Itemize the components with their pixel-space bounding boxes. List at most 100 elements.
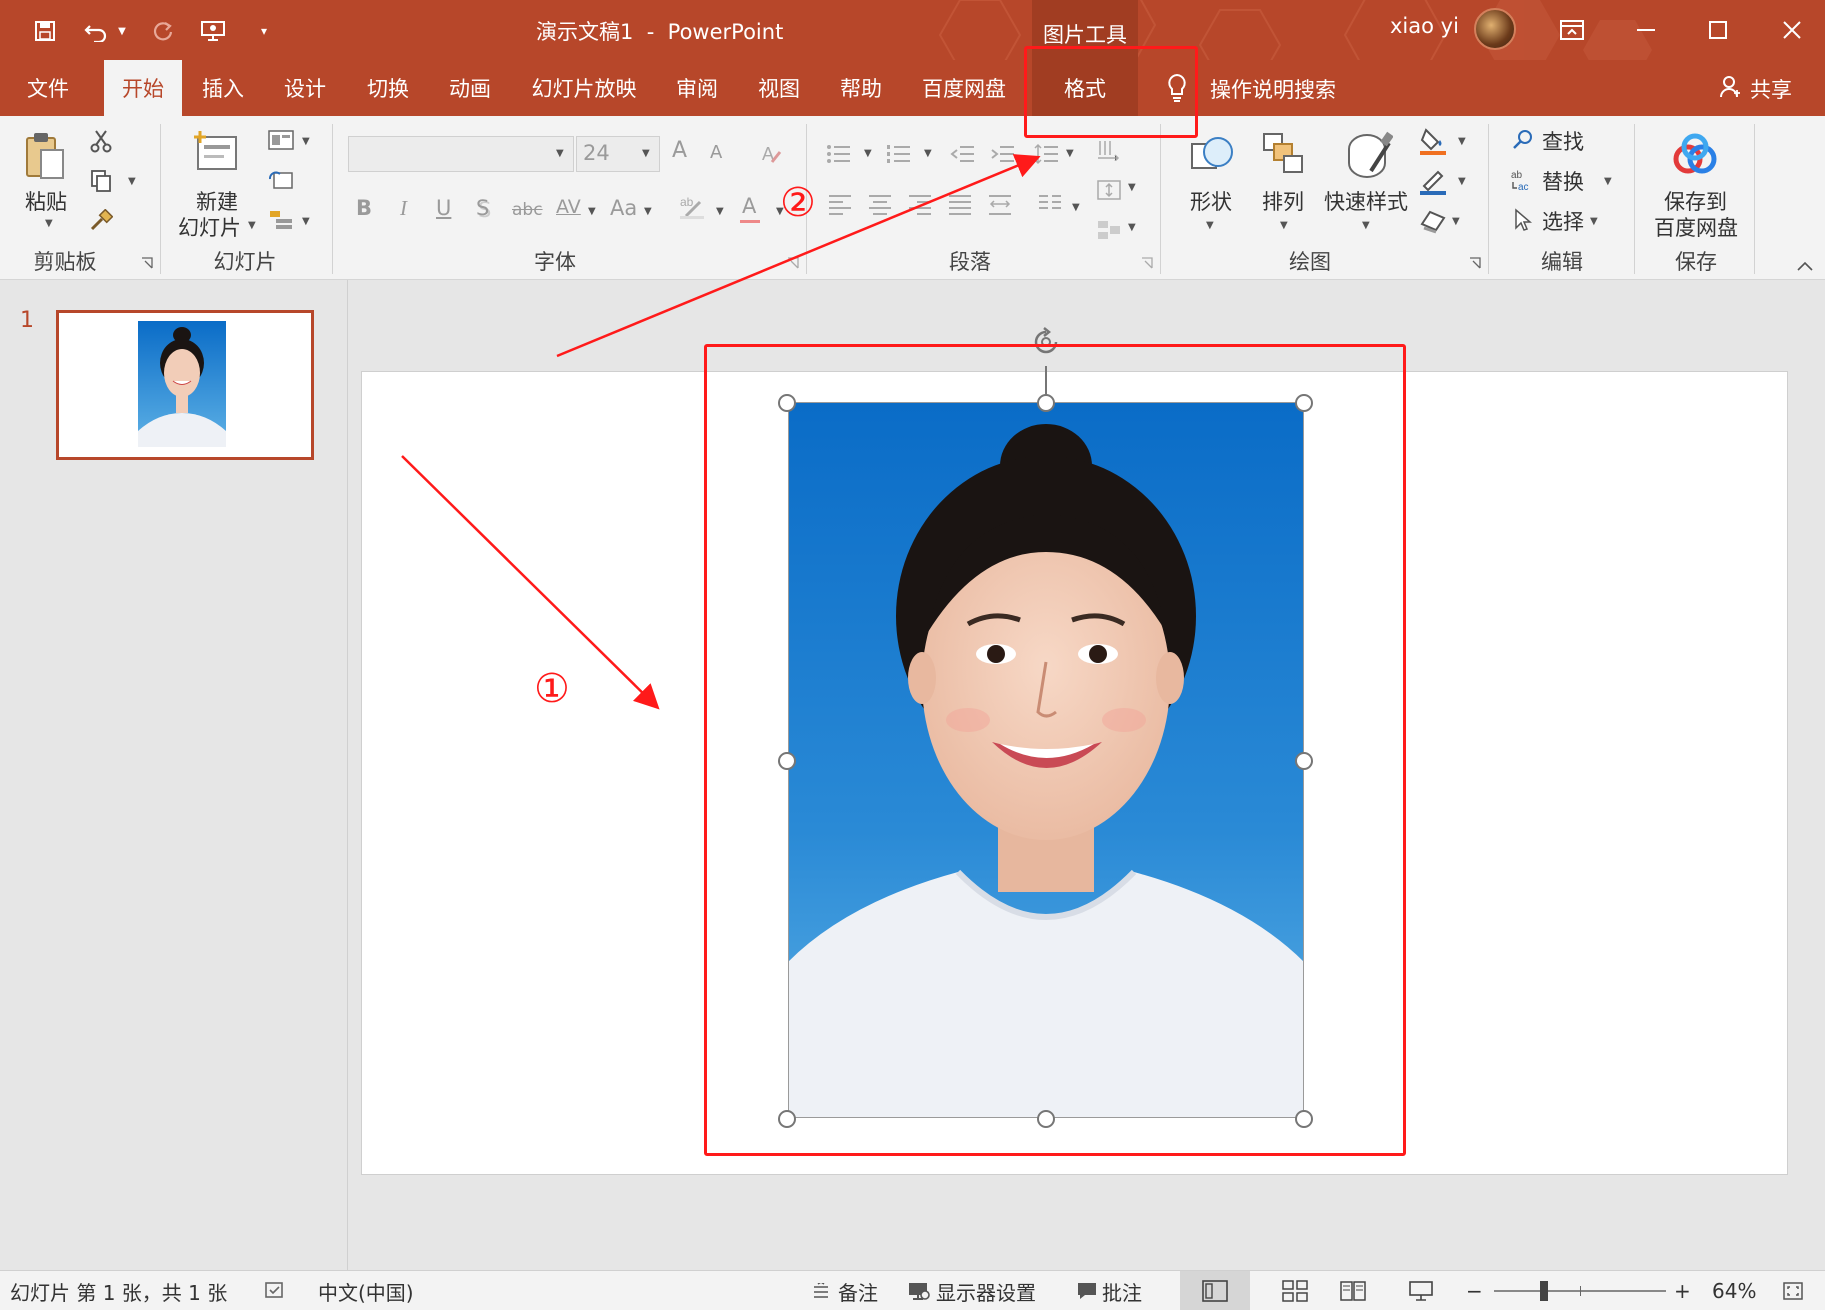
shape-effects-dropdown-icon[interactable]: ▼ — [1452, 216, 1460, 227]
italic-button[interactable]: I — [400, 196, 407, 221]
accessibility-icon[interactable] — [264, 1271, 286, 1310]
paragraph-launcher-icon[interactable] — [1140, 256, 1154, 270]
align-text-dropdown-icon[interactable]: ▼ — [1128, 182, 1136, 193]
font-name-dropdown-icon[interactable]: ▼ — [556, 148, 564, 159]
layout-dropdown-icon[interactable]: ▼ — [302, 136, 310, 147]
user-name[interactable]: xiao yi — [1390, 14, 1459, 38]
display-settings-icon[interactable] — [908, 1271, 930, 1310]
select-dropdown-icon[interactable]: ▼ — [1590, 216, 1598, 227]
distributed-icon[interactable] — [986, 190, 1014, 218]
normal-view-icon[interactable] — [1180, 1271, 1250, 1310]
font-name-box[interactable] — [348, 136, 574, 172]
undo-dropdown-icon[interactable]: ▼ — [112, 14, 132, 48]
new-slide-dropdown-icon[interactable]: ▼ — [248, 220, 256, 231]
drawing-launcher-icon[interactable] — [1468, 256, 1482, 270]
cut-icon[interactable] — [86, 126, 116, 156]
bullets-dropdown-icon[interactable]: ▼ — [864, 148, 872, 159]
undo-icon[interactable] — [80, 14, 114, 48]
customize-qat-icon[interactable]: ▾ — [254, 14, 274, 48]
slideshow-view-icon[interactable] — [1396, 1271, 1446, 1310]
display-settings-button[interactable]: 显示器设置 — [936, 1271, 1036, 1310]
strikethrough-button[interactable]: abc — [512, 200, 543, 220]
language-indicator[interactable]: 中文(中国) — [318, 1271, 414, 1310]
zoom-level[interactable]: 64% — [1712, 1271, 1756, 1310]
redo-icon[interactable] — [146, 14, 180, 48]
zoom-slider-thumb[interactable] — [1540, 1281, 1548, 1301]
section-icon[interactable] — [266, 208, 296, 232]
tell-me-search[interactable]: 操作说明搜索 — [1210, 74, 1336, 104]
numbering-icon[interactable] — [884, 140, 914, 168]
fit-to-window-icon[interactable] — [1782, 1271, 1804, 1310]
arrange-icon[interactable] — [1258, 128, 1308, 182]
replace-button[interactable]: 替换 — [1542, 166, 1584, 196]
layout-icon[interactable] — [266, 128, 296, 152]
quick-styles-label[interactable]: 快速样式 — [1324, 186, 1408, 216]
arrange-label[interactable]: 排列 — [1262, 186, 1304, 216]
share-button[interactable]: 共享 — [1750, 74, 1792, 104]
shapes-label[interactable]: 形状 — [1190, 186, 1232, 216]
select-button[interactable]: 选择 — [1542, 206, 1584, 236]
select-cursor-icon[interactable] — [1508, 206, 1538, 234]
notes-icon[interactable] — [812, 1271, 830, 1310]
find-icon[interactable] — [1508, 126, 1538, 154]
save-to-label-2[interactable]: 百度网盘 — [1654, 212, 1738, 242]
tab-transitions[interactable]: 切换 — [357, 60, 419, 116]
tab-home[interactable]: 开始 — [104, 60, 182, 116]
close-icon[interactable] — [1770, 10, 1814, 50]
shapes-dropdown-icon[interactable]: ▼ — [1206, 220, 1214, 231]
shape-effects-icon[interactable] — [1416, 204, 1450, 238]
save-icon[interactable] — [28, 14, 62, 48]
section-dropdown-icon[interactable]: ▼ — [302, 216, 310, 227]
bullets-icon[interactable] — [824, 140, 854, 168]
change-case-dropdown-icon[interactable]: ▼ — [644, 206, 652, 217]
shape-fill-icon[interactable] — [1416, 124, 1450, 158]
slide-sorter-icon[interactable] — [1270, 1271, 1320, 1310]
slide-thumbnail[interactable] — [56, 310, 314, 460]
copy-dropdown-icon[interactable]: ▼ — [128, 176, 136, 187]
copy-icon[interactable] — [86, 166, 116, 196]
shadow-button[interactable]: S — [476, 196, 489, 220]
clipboard-launcher-icon[interactable] — [140, 256, 154, 270]
tab-design[interactable]: 设计 — [274, 60, 336, 116]
format-painter-icon[interactable] — [86, 206, 116, 236]
columns-dropdown-icon[interactable]: ▼ — [1072, 202, 1080, 213]
align-text-icon[interactable] — [1094, 176, 1124, 204]
quick-styles-dropdown-icon[interactable]: ▼ — [1362, 220, 1370, 231]
paste-label[interactable]: 粘贴 — [25, 186, 67, 216]
font-color-button[interactable]: A — [742, 194, 756, 218]
ribbon-display-options-icon[interactable] — [1550, 10, 1594, 50]
smartart-icon[interactable] — [1094, 216, 1124, 244]
clear-format-icon[interactable]: A — [758, 140, 786, 168]
highlight-dropdown-icon[interactable]: ▼ — [716, 206, 724, 217]
quick-styles-icon[interactable] — [1340, 128, 1396, 182]
new-slide-icon[interactable] — [190, 126, 242, 176]
zoom-out-button[interactable]: − — [1466, 1271, 1483, 1310]
align-left-icon[interactable] — [826, 190, 854, 218]
shape-fill-dropdown-icon[interactable]: ▼ — [1458, 136, 1466, 147]
paste-dropdown-icon[interactable]: ▼ — [45, 218, 53, 229]
tab-file[interactable]: 文件 — [12, 60, 84, 116]
tab-review[interactable]: 审阅 — [666, 60, 728, 116]
grow-font-button[interactable]: A — [672, 138, 687, 163]
justify-icon[interactable] — [946, 190, 974, 218]
line-spacing-icon[interactable] — [1032, 140, 1062, 168]
reset-slide-icon[interactable] — [266, 168, 296, 192]
smartart-dropdown-icon[interactable]: ▼ — [1128, 222, 1136, 233]
comments-icon[interactable] — [1076, 1271, 1098, 1310]
maximize-icon[interactable] — [1696, 10, 1740, 50]
char-spacing-button[interactable]: AV — [556, 196, 581, 218]
reading-view-icon[interactable] — [1328, 1271, 1378, 1310]
paste-icon[interactable] — [20, 128, 70, 184]
decrease-indent-icon[interactable] — [948, 140, 978, 168]
arrange-dropdown-icon[interactable]: ▼ — [1280, 220, 1288, 231]
tab-animations[interactable]: 动画 — [439, 60, 501, 116]
notes-button[interactable]: 备注 — [838, 1271, 878, 1310]
shape-outline-icon[interactable] — [1416, 164, 1450, 198]
replace-dropdown-icon[interactable]: ▼ — [1604, 176, 1612, 187]
avatar[interactable] — [1474, 8, 1516, 50]
minimize-icon[interactable] — [1624, 10, 1668, 50]
bold-button[interactable]: B — [356, 196, 372, 220]
share-person-icon[interactable] — [1718, 72, 1744, 102]
numbering-dropdown-icon[interactable]: ▼ — [924, 148, 932, 159]
tab-baidu-netdisk[interactable]: 百度网盘 — [914, 60, 1014, 116]
